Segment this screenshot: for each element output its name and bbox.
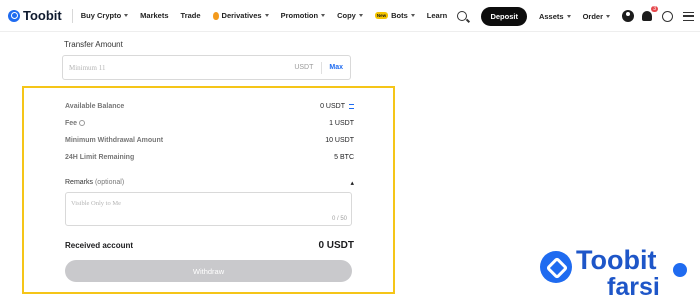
min-withdrawal-value: 10 USDT [325, 137, 354, 144]
nav-bots[interactable]: New Bots [374, 11, 415, 20]
search-icon[interactable] [457, 11, 468, 21]
fee-label: Fee [65, 120, 78, 127]
logo-text: Toobit [23, 8, 62, 23]
amount-divider [321, 61, 323, 74]
watermark-line-1: Toobit [576, 245, 657, 275]
remarks-textarea[interactable]: Visible Only to Me 0 / 50 [65, 192, 352, 226]
toobit-logo-icon [540, 251, 572, 283]
nav-promotion[interactable]: Promotion [281, 11, 326, 20]
watermark-line-2: farsi [607, 273, 660, 301]
nav-buy-crypto-label: Buy Crypto [80, 11, 122, 20]
nav-trade-label: Trade [180, 11, 201, 20]
nav-copy-label: Copy [337, 11, 356, 20]
notification-badge: 3 [651, 6, 658, 12]
available-balance-row: Available Balance 0 USDT [65, 103, 354, 110]
amount-unit: USDT [294, 64, 314, 71]
min-withdrawal-label: Minimum Withdrawal Amount [65, 137, 164, 144]
nav-markets[interactable]: Markets [140, 11, 168, 20]
nav-copy[interactable]: Copy [337, 11, 363, 20]
received-account-value: 0 USDT [318, 240, 354, 251]
info-icon[interactable] [79, 120, 86, 127]
transfer-amount-label: Transfer Amount [64, 40, 123, 49]
fee-row: Fee 1 USDT [65, 120, 354, 127]
remarks-label-group: Remarks (optional) [65, 179, 124, 187]
nav-assets-label: Assets [538, 11, 564, 21]
globe-icon[interactable] [662, 10, 673, 22]
nav-trade[interactable]: Trade [181, 11, 201, 20]
nav-buy-crypto[interactable]: Buy Crypto [80, 11, 129, 20]
withdrawal-summary-panel: Available Balance 0 USDT Fee 1 USDT Mini… [22, 86, 395, 294]
chevron-down-icon [124, 14, 129, 17]
limit-remaining-label: 24H Limit Remaining [65, 154, 135, 161]
amount-placeholder: Minimum 11 [69, 63, 106, 72]
support-chat-icon[interactable] [673, 263, 687, 277]
deposit-button[interactable]: Deposit [481, 6, 527, 26]
fee-value: 1 USDT [329, 120, 354, 127]
available-balance-label: Available Balance [65, 103, 125, 110]
nav-divider [71, 8, 73, 23]
chevron-down-icon [410, 14, 415, 17]
available-balance-value: 0 USDT [320, 103, 345, 110]
remarks-header: Remarks (optional) ▴ [65, 179, 354, 187]
remarks-placeholder: Visible Only to Me [71, 200, 121, 207]
chevron-down-icon [358, 14, 363, 17]
max-button[interactable]: Max [329, 64, 343, 71]
collapse-icon[interactable]: ▴ [350, 179, 354, 187]
nav-learn-label: Learn [426, 11, 448, 20]
available-balance-value-group: 0 USDT [320, 103, 354, 110]
chevron-down-icon [606, 14, 610, 18]
fire-icon [212, 11, 219, 20]
menu-icon[interactable] [683, 11, 694, 21]
nav-learn[interactable]: Learn [427, 11, 447, 20]
nav-order[interactable]: Order [583, 12, 610, 21]
toobit-farsi-watermark: Toobit farsi [540, 245, 700, 308]
remarks-label: Remarks [65, 179, 94, 186]
chevron-down-icon [264, 14, 269, 17]
received-account-row: Received account 0 USDT [65, 240, 354, 251]
new-badge: New [374, 12, 389, 19]
chevron-down-icon [566, 14, 571, 18]
top-navigation-bar: Toobit Buy Crypto Markets Trade Derivati… [0, 0, 700, 32]
nav-bots-label: Bots [391, 11, 408, 20]
transfer-swap-icon[interactable] [349, 104, 354, 109]
min-withdrawal-row: Minimum Withdrawal Amount 10 USDT [65, 137, 354, 144]
nav-derivatives[interactable]: Derivatives [212, 11, 269, 20]
limit-remaining-row: 24H Limit Remaining 5 BTC [65, 154, 354, 161]
transfer-amount-input[interactable]: Minimum 11 USDT Max [62, 55, 351, 80]
nav-promotion-label: Promotion [280, 11, 319, 20]
withdraw-button[interactable]: Withdraw [65, 260, 352, 282]
nav-derivatives-label: Derivatives [221, 11, 262, 20]
toobit-logo-icon [8, 9, 20, 22]
remarks-char-counter: 0 / 50 [331, 216, 347, 222]
user-avatar-icon[interactable] [622, 10, 634, 22]
nav-right-group: Deposit Assets Order 3 [457, 0, 694, 32]
fee-label-group: Fee [65, 120, 86, 127]
nav-assets[interactable]: Assets [539, 12, 571, 21]
nav-markets-label: Markets [140, 11, 169, 20]
bell-icon[interactable]: 3 [642, 6, 658, 21]
toobit-logo[interactable]: Toobit [8, 8, 62, 23]
limit-remaining-value: 5 BTC [334, 154, 354, 161]
chevron-down-icon [321, 14, 326, 17]
nav-order-label: Order [582, 11, 603, 21]
received-account-label: Received account [65, 241, 134, 250]
remarks-optional: (optional) [94, 179, 125, 186]
